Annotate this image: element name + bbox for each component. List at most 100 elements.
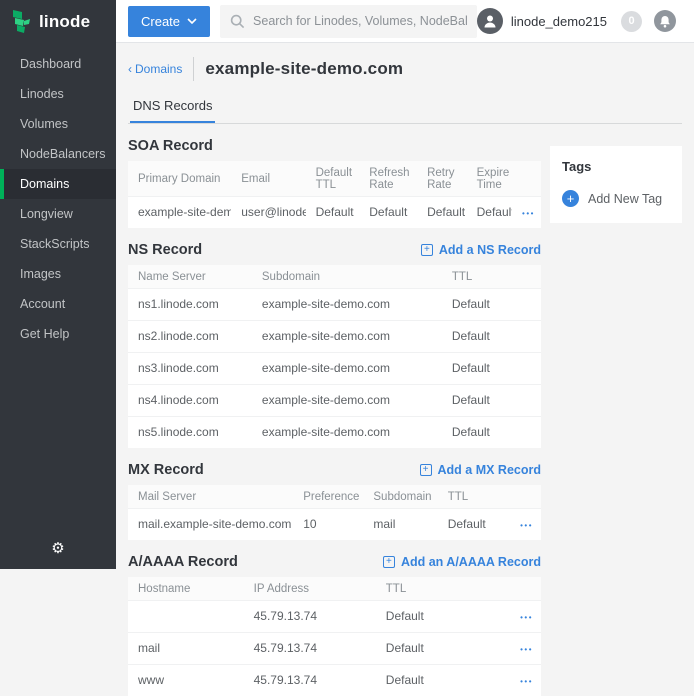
- table-cell: Default: [359, 197, 417, 229]
- add-mx-record-label: Add a MX Record: [438, 463, 542, 477]
- table-cell: mail.example-site-demo.com: [128, 509, 293, 541]
- table-row: mail.example-site-demo.com10mailDefault•…: [128, 509, 541, 541]
- table-row: example-site-demo.comuser@linode.comDefa…: [128, 197, 541, 229]
- sidebar-item-linodes[interactable]: Linodes: [0, 79, 116, 109]
- actions-cell: •••: [500, 665, 541, 696]
- breadcrumb-back-link[interactable]: ‹ Domains: [128, 62, 182, 76]
- user-avatar[interactable]: [477, 8, 503, 34]
- section-title-mx: MX Record: [128, 462, 204, 478]
- sidebar-nav: DashboardLinodesVolumesNodeBalancersDoma…: [0, 49, 116, 349]
- column-header: Default TTL: [306, 161, 360, 197]
- table-cell: Default: [306, 197, 360, 229]
- column-header: Expire Time: [467, 161, 512, 197]
- table-cell: ns4.linode.com: [128, 385, 252, 417]
- table-cell: user@linode.com: [231, 197, 305, 229]
- table-cell: Default: [442, 353, 541, 385]
- a-aaaa-record-section: A/AAAA Record + Add an A/AAAA Record Hos…: [128, 553, 541, 696]
- plus-square-icon: +: [421, 244, 433, 256]
- row-actions-button[interactable]: •••: [520, 645, 533, 654]
- table-cell: mail: [363, 509, 437, 541]
- bell-icon: [659, 15, 671, 28]
- username[interactable]: linode_demo215: [511, 14, 607, 29]
- row-actions-button[interactable]: •••: [520, 613, 533, 622]
- column-header: IP Address: [244, 577, 376, 601]
- table-cell: 45.79.13.74: [244, 633, 376, 665]
- plus-circle-icon: +: [562, 190, 579, 207]
- table-row: ns4.linode.comexample-site-demo.comDefau…: [128, 385, 541, 417]
- table-cell: Default: [376, 601, 500, 633]
- tags-column: Tags + Add New Tag: [550, 146, 682, 223]
- create-button[interactable]: Create: [128, 6, 210, 37]
- section-title-soa: SOA Record: [128, 138, 213, 154]
- tab-dns-records[interactable]: DNS Records: [130, 94, 215, 123]
- ns-record-table: Name ServerSubdomainTTLns1.linode.comexa…: [128, 265, 541, 448]
- table-row: 45.79.13.74Default •••: [128, 601, 541, 633]
- breadcrumb-divider: [193, 57, 194, 81]
- table-cell: ns5.linode.com: [128, 417, 252, 449]
- sidebar-item-longview[interactable]: Longview: [0, 199, 116, 229]
- user-cluster: linode_demo215 0: [477, 8, 694, 34]
- add-ns-record-button[interactable]: + Add a NS Record: [421, 243, 541, 257]
- ns-record-section: NS Record + Add a NS Record Name ServerS…: [128, 241, 541, 448]
- column-header: Email: [231, 161, 305, 197]
- notifications-button[interactable]: [654, 10, 676, 32]
- column-header: Refresh Rate: [359, 161, 417, 197]
- row-actions-button[interactable]: •••: [522, 209, 535, 218]
- column-header: Retry Rate: [417, 161, 467, 197]
- column-header: Subdomain: [252, 265, 442, 289]
- plus-square-icon: +: [383, 556, 395, 568]
- table-cell: 10: [293, 509, 363, 541]
- person-icon: [482, 13, 498, 29]
- sidebar-item-account[interactable]: Account: [0, 289, 116, 319]
- sidebar-item-domains[interactable]: Domains: [0, 169, 116, 199]
- top-navbar: Create linode_demo215 0: [116, 0, 694, 43]
- table-header-row: HostnameIP AddressTTL: [128, 577, 541, 601]
- table-cell: [128, 601, 244, 633]
- table-cell: example-site-demo.com: [252, 289, 442, 321]
- table-cell: Default: [376, 633, 500, 665]
- section-title-a-aaaa: A/AAAA Record: [128, 554, 238, 570]
- sidebar-item-get-help[interactable]: Get Help: [0, 319, 116, 349]
- table-cell: Default: [442, 385, 541, 417]
- table-cell: www: [128, 665, 244, 696]
- settings-gear-icon[interactable]: ⚙: [0, 539, 116, 557]
- actions-cell: •••: [508, 509, 541, 541]
- section-title-ns: NS Record: [128, 242, 202, 258]
- add-a-aaaa-record-button[interactable]: + Add an A/AAAA Record: [383, 555, 541, 569]
- add-new-tag-label: Add New Tag: [588, 192, 662, 206]
- search-box[interactable]: [220, 5, 477, 38]
- linode-logo[interactable]: linode: [0, 0, 116, 43]
- column-header: TTL: [438, 485, 508, 509]
- sidebar-item-stackscripts[interactable]: StackScripts: [0, 229, 116, 259]
- create-button-label: Create: [141, 14, 180, 29]
- sidebar-item-nodebalancers[interactable]: NodeBalancers: [0, 139, 116, 169]
- column-header: Primary Domain: [128, 161, 231, 197]
- column-header: Mail Server: [128, 485, 293, 509]
- table-row: ns1.linode.comexample-site-demo.comDefau…: [128, 289, 541, 321]
- table-cell: Default: [376, 665, 500, 696]
- table-header-row: Primary DomainEmailDefault TTLRefresh Ra…: [128, 161, 541, 197]
- search-input[interactable]: [253, 14, 467, 28]
- row-actions-button[interactable]: •••: [520, 521, 533, 530]
- table-cell: example-site-demo.com: [252, 321, 442, 353]
- table-row: www45.79.13.74Default•••: [128, 665, 541, 696]
- table-cell: example-site-demo.com: [252, 417, 442, 449]
- add-mx-record-button[interactable]: + Add a MX Record: [420, 463, 542, 477]
- column-header: Preference: [293, 485, 363, 509]
- tab-bar: DNS Records: [128, 94, 682, 124]
- sidebar-item-volumes[interactable]: Volumes: [0, 109, 116, 139]
- add-ns-record-label: Add a NS Record: [439, 243, 541, 257]
- table-cell: ns1.linode.com: [128, 289, 252, 321]
- table-cell: ns3.linode.com: [128, 353, 252, 385]
- sidebar-item-images[interactable]: Images: [0, 259, 116, 289]
- row-actions-button[interactable]: •••: [520, 677, 533, 686]
- add-new-tag-button[interactable]: + Add New Tag: [562, 190, 670, 207]
- table-cell: 45.79.13.74: [244, 601, 376, 633]
- tags-panel-title: Tags: [562, 159, 670, 174]
- mx-record-table: Mail ServerPreferenceSubdomainTTLmail.ex…: [128, 485, 541, 540]
- column-header: TTL: [376, 577, 500, 601]
- sidebar-item-dashboard[interactable]: Dashboard: [0, 49, 116, 79]
- notification-count-badge[interactable]: 0: [621, 11, 642, 32]
- soa-record-table: Primary DomainEmailDefault TTLRefresh Ra…: [128, 161, 541, 228]
- table-cell: example-site-demo.com: [252, 353, 442, 385]
